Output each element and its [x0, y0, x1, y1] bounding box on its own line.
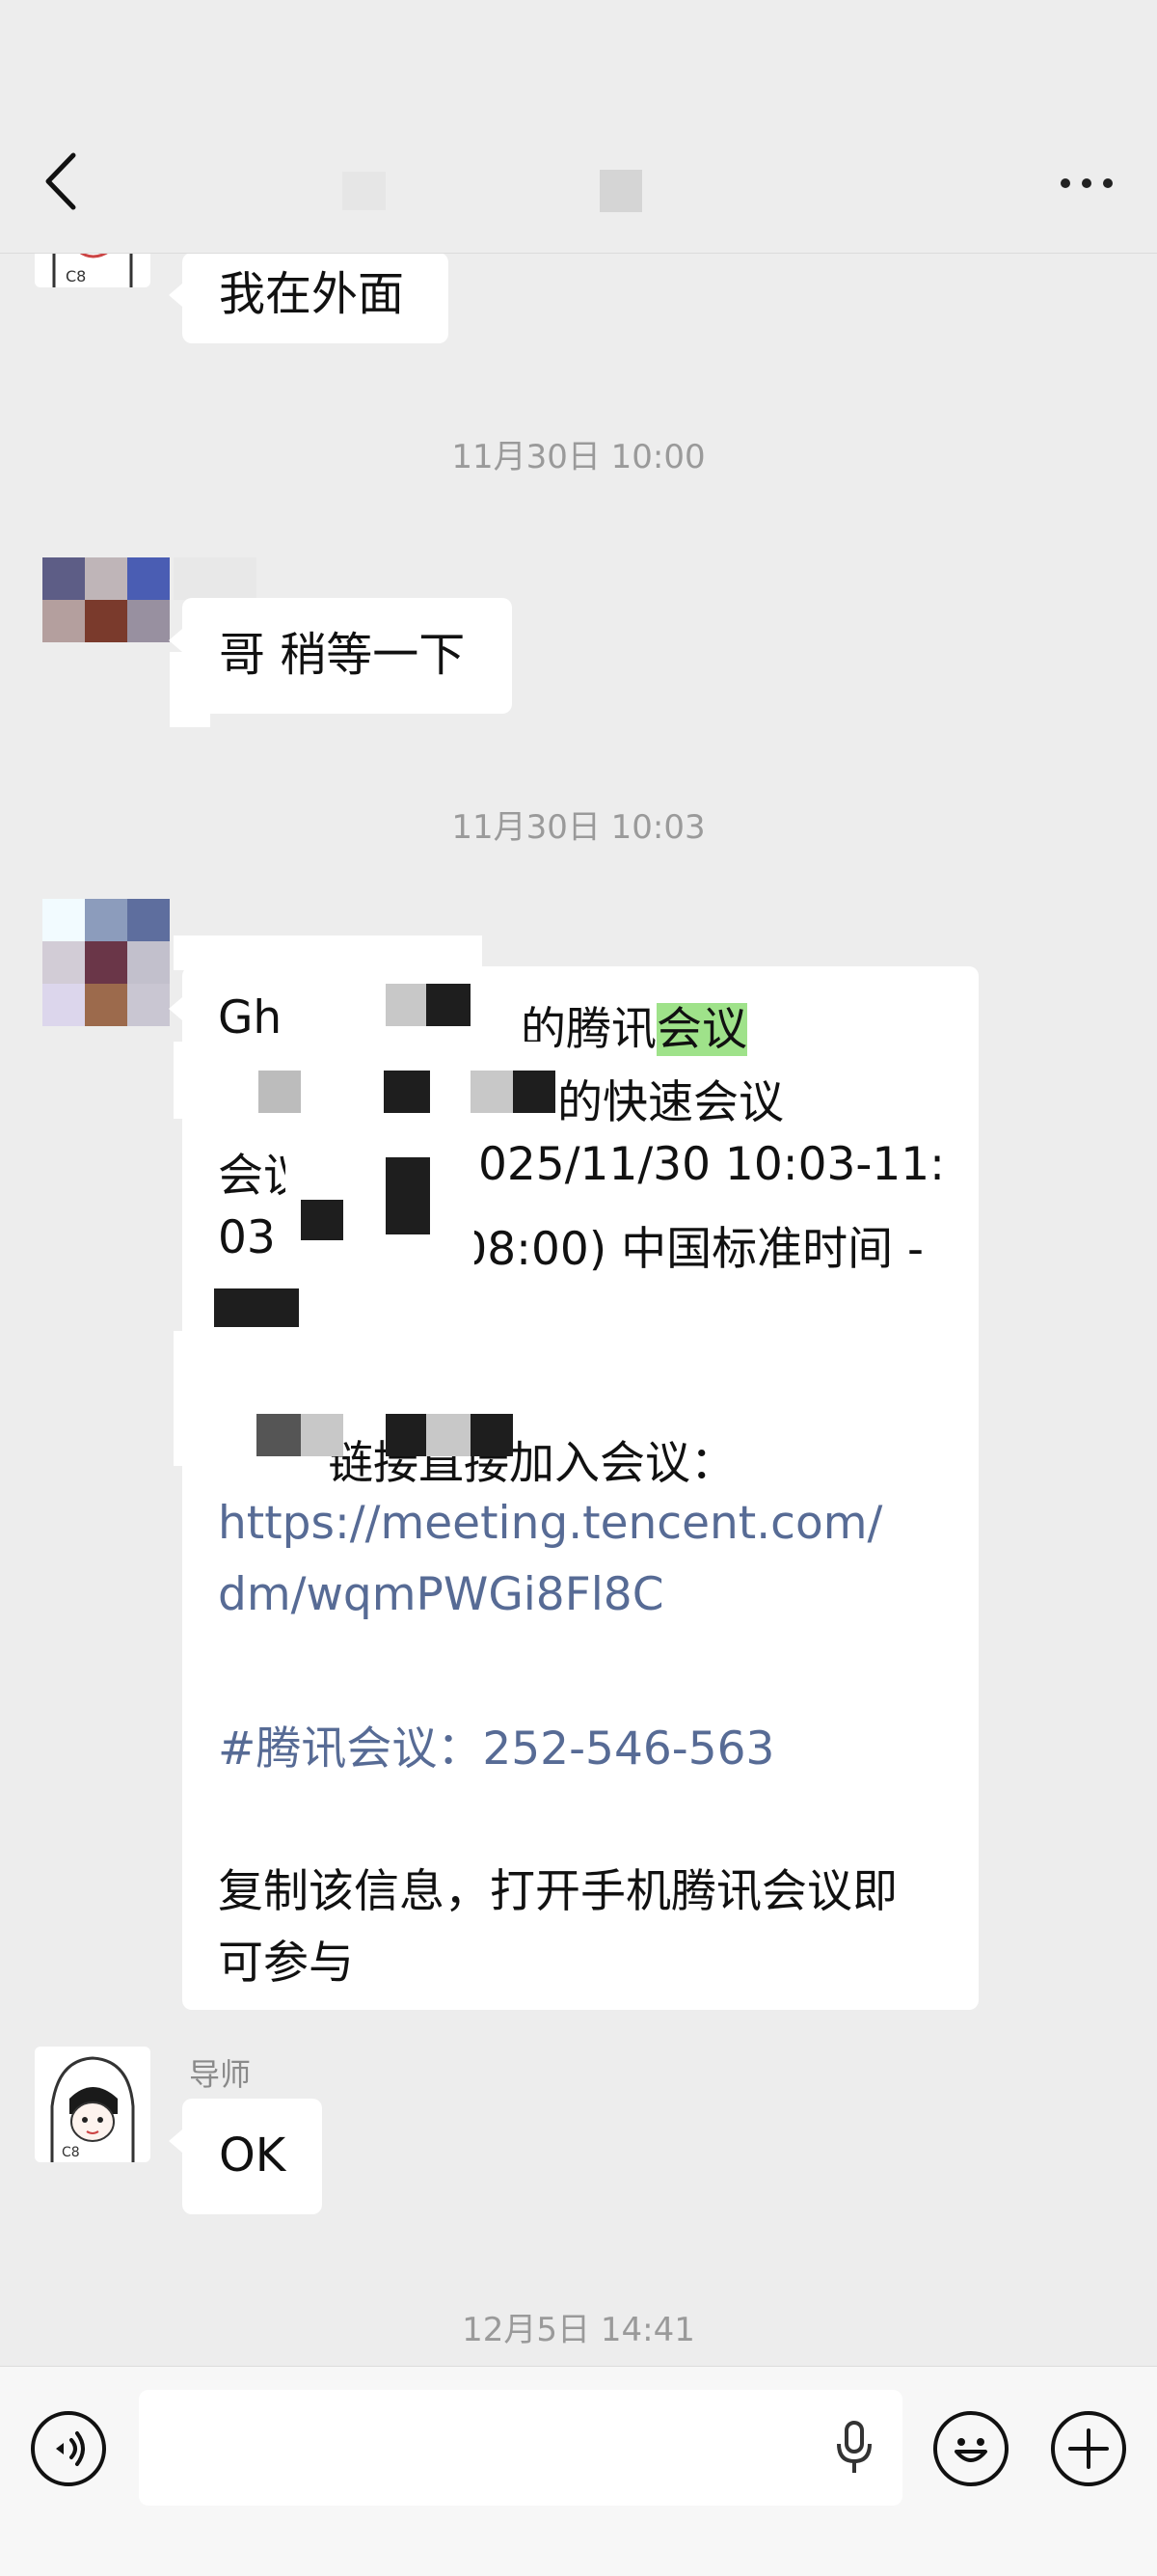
- ellipsis-icon: [1061, 178, 1070, 188]
- chevron-left-icon: [45, 152, 76, 210]
- meeting-id-tag[interactable]: #腾讯会议：252-546-563: [218, 1711, 774, 1777]
- plus-icon: [1068, 2428, 1109, 2469]
- meeting-link-cont[interactable]: dm/wqmPWGi8Fl8C: [218, 1568, 664, 1621]
- message-text: 我在外面: [219, 267, 405, 321]
- message-bubble[interactable]: 我在外面: [169, 253, 448, 343]
- more-button[interactable]: [1061, 164, 1118, 203]
- invite-footer-cont: 可参与: [218, 1937, 354, 1990]
- redaction-patch: [170, 652, 210, 727]
- microphone-icon: [837, 2421, 872, 2473]
- message-bubble[interactable]: OK: [169, 2099, 322, 2214]
- avatar-redacted[interactable]: [42, 557, 170, 642]
- microphone-button[interactable]: [835, 2421, 874, 2475]
- emoji-button[interactable]: [933, 2411, 1009, 2486]
- invite-line-4: +08:00) 中国标准时间 -: [420, 1223, 925, 1276]
- invite-line-4-prefix: 03: [218, 1211, 276, 1264]
- message-bubble[interactable]: 哥 稍等一下: [169, 598, 512, 714]
- timestamp: 11月30日 10:00: [451, 438, 706, 476]
- meeting-link[interactable]: https://meeting.tencent.com/: [218, 1497, 882, 1550]
- sender-name: 导师: [189, 2056, 252, 2093]
- voice-toggle-icon: [56, 2431, 85, 2466]
- avatar-redacted[interactable]: [42, 899, 170, 1026]
- sender-name-redaction: [174, 557, 256, 600]
- back-button[interactable]: [39, 149, 87, 213]
- invite-footer: 复制该信息，打开手机腾讯会议即: [218, 1865, 898, 1918]
- avatar-tutor[interactable]: C8: [35, 2047, 150, 2162]
- svg-text:C8: C8: [62, 2145, 80, 2160]
- avatar-drawing-icon: C8: [50, 2056, 135, 2162]
- message-text: 哥 稍等一下: [219, 628, 466, 682]
- message-input[interactable]: [139, 2390, 902, 2506]
- timestamp: 12月5日 14:41: [462, 2311, 695, 2349]
- chat-title-redaction: [600, 170, 642, 212]
- invite-line-3: 025/11/30 10:03-11:: [478, 1138, 945, 1191]
- voice-toggle-button[interactable]: [31, 2411, 106, 2486]
- invite-line-2: 的快速会议: [557, 1076, 784, 1129]
- timestamp: 11月30日 10:03: [451, 808, 706, 847]
- svg-text:C8: C8: [66, 267, 86, 285]
- search-highlight: 会议: [657, 1003, 747, 1056]
- emoji-icon: [955, 2438, 987, 2462]
- chat-title-redaction: [342, 172, 386, 210]
- plus-button[interactable]: [1051, 2411, 1126, 2486]
- message-text: OK: [219, 2129, 286, 2183]
- invite-line-1-prefix: Gh: [218, 991, 283, 1044]
- chat-header: [0, 0, 1157, 254]
